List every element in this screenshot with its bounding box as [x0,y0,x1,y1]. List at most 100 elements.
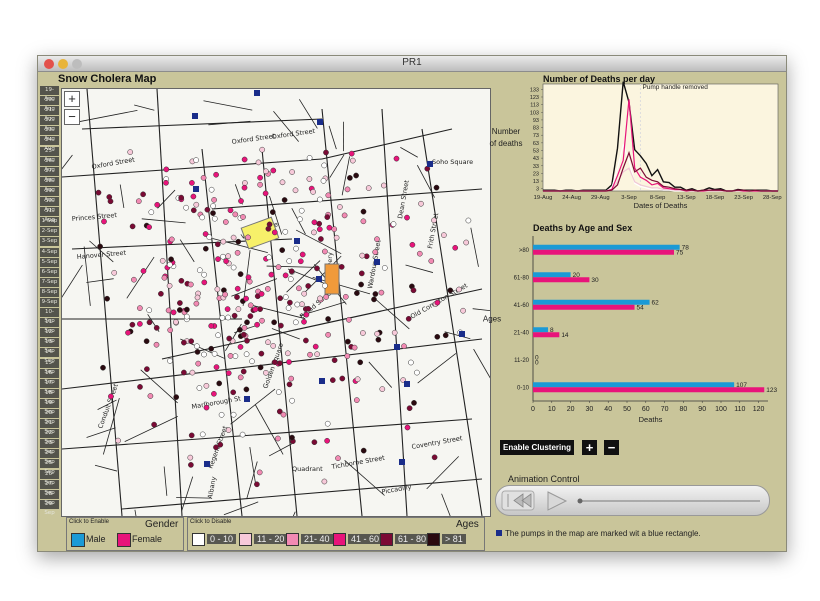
death-marker[interactable] [344,186,351,193]
death-marker[interactable] [154,201,161,208]
date-item[interactable]: 17-Sep [40,378,59,395]
date-item[interactable]: 6-Sep [40,267,59,277]
death-marker[interactable] [100,364,106,371]
death-marker[interactable] [279,179,286,186]
death-marker[interactable] [240,368,247,375]
death-marker[interactable] [241,184,248,191]
death-marker[interactable] [312,343,319,350]
death-marker[interactable] [187,454,194,461]
death-marker[interactable] [166,282,173,289]
death-marker[interactable] [193,201,200,208]
death-marker[interactable] [227,207,234,214]
death-marker[interactable] [225,370,232,376]
death-marker[interactable] [225,427,232,433]
death-marker[interactable] [163,179,169,186]
death-marker[interactable] [288,268,295,275]
death-marker[interactable] [234,249,241,256]
death-marker[interactable] [293,245,299,252]
death-marker[interactable] [201,271,207,278]
death-marker[interactable] [199,214,206,221]
death-marker[interactable] [269,209,276,215]
death-marker[interactable] [199,431,206,438]
death-marker[interactable] [324,437,330,444]
death-marker[interactable] [243,295,249,302]
date-item[interactable]: 8-Sep [40,287,59,297]
death-marker[interactable] [101,218,107,225]
death-marker[interactable] [311,439,318,446]
date-item[interactable]: 12-Sep [40,328,59,344]
death-marker[interactable] [347,175,353,181]
death-marker[interactable] [208,323,215,329]
death-marker[interactable] [213,171,219,178]
death-marker[interactable] [206,234,213,240]
death-marker[interactable] [279,247,286,253]
death-marker[interactable] [183,204,189,211]
death-marker[interactable] [230,234,237,241]
death-marker[interactable] [391,329,398,336]
death-marker[interactable] [271,319,277,326]
death-marker[interactable] [401,343,407,350]
date-item[interactable]: 25-Sep [40,459,59,475]
death-marker[interactable] [447,287,454,294]
death-marker[interactable] [405,315,412,322]
age-swatch[interactable] [239,533,252,546]
death-marker[interactable] [168,256,174,263]
death-marker[interactable] [316,220,323,227]
date-item[interactable]: 21-Sep [40,419,59,435]
pump-marker[interactable] [317,119,323,125]
death-marker[interactable] [213,364,220,370]
pump-marker[interactable] [399,459,405,465]
death-marker[interactable] [371,296,377,303]
death-marker[interactable] [442,332,449,339]
death-marker[interactable] [465,217,472,224]
death-marker[interactable] [181,369,187,376]
death-marker[interactable] [218,411,225,418]
death-marker[interactable] [167,327,174,333]
death-marker[interactable] [190,193,197,200]
death-marker[interactable] [321,162,328,169]
death-marker[interactable] [266,254,272,261]
death-marker[interactable] [178,277,185,284]
date-item[interactable]: 25-Aug [40,146,59,163]
death-marker[interactable] [245,274,252,281]
death-marker[interactable] [129,321,136,328]
death-marker[interactable] [235,238,242,245]
death-marker[interactable] [409,241,416,248]
death-marker[interactable] [243,386,250,393]
death-marker[interactable] [390,221,397,227]
death-marker[interactable] [254,481,260,488]
death-marker[interactable] [241,324,248,331]
death-marker[interactable] [177,300,183,306]
pump-marker[interactable] [459,331,465,337]
death-marker[interactable] [224,306,231,312]
death-marker[interactable] [278,322,284,329]
death-marker[interactable] [263,369,269,376]
death-marker[interactable] [153,325,160,331]
death-marker[interactable] [247,313,254,319]
death-marker[interactable] [286,359,292,365]
death-marker[interactable] [176,307,183,313]
death-marker[interactable] [214,286,221,293]
death-marker[interactable] [240,331,247,338]
death-marker[interactable] [258,291,265,297]
date-item[interactable]: 29-Sep [40,499,59,516]
death-marker[interactable] [271,359,278,366]
pump-marker[interactable] [316,276,322,282]
death-marker[interactable] [374,330,380,337]
death-marker[interactable] [215,332,221,339]
pump-marker[interactable] [427,161,433,167]
death-marker[interactable] [359,252,366,259]
death-marker[interactable] [111,269,118,276]
date-item[interactable]: 26-Sep [40,469,59,486]
age-swatch[interactable] [192,533,205,546]
death-marker[interactable] [289,397,295,404]
date-item[interactable]: 19-Sep [40,398,59,415]
death-marker[interactable] [353,397,360,403]
map-canvas[interactable]: Oxford StreetOxford StreetOxford StreetS… [62,89,490,516]
death-marker[interactable] [346,316,352,323]
death-marker[interactable] [375,336,382,343]
death-marker[interactable] [257,181,263,188]
death-marker[interactable] [173,319,179,325]
date-item[interactable]: 29-Aug [40,186,59,203]
death-marker[interactable] [215,256,221,262]
